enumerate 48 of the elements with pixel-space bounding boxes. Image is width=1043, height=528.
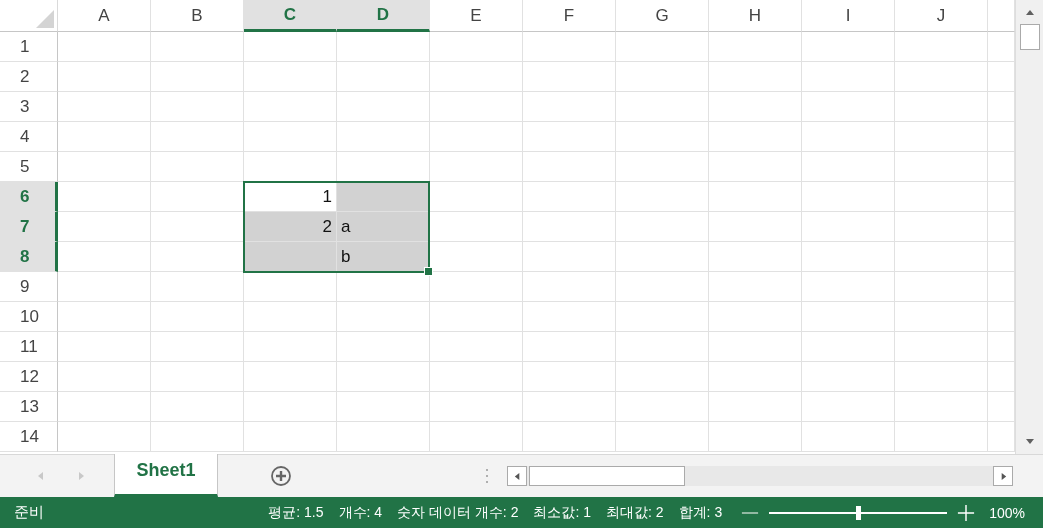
zoom-in-icon[interactable] <box>957 503 976 522</box>
column-header[interactable]: J <box>895 0 988 32</box>
status-stat: 합계: 3 <box>678 503 723 522</box>
status-stat: 개수: 4 <box>338 503 383 522</box>
row-header[interactable]: 1 <box>0 32 58 62</box>
column-header[interactable]: E <box>430 0 523 32</box>
previous-sheet-icon[interactable] <box>36 471 46 482</box>
column-header[interactable]: C <box>244 0 337 32</box>
vertical-scrollbar[interactable] <box>1015 0 1043 455</box>
status-text: 준비 <box>14 503 44 523</box>
row-header[interactable]: 13 <box>0 392 58 422</box>
row-header[interactable]: 3 <box>0 92 58 122</box>
cell: a <box>337 212 430 242</box>
horizontal-scrollbar[interactable] <box>507 466 1013 487</box>
column-header[interactable]: F <box>523 0 616 32</box>
row-header[interactable]: 14 <box>0 422 58 452</box>
row-header[interactable]: 4 <box>0 122 58 152</box>
status-stat: 숫자 데이터 개수: 2 <box>397 503 519 522</box>
triangle-icon <box>36 10 54 28</box>
cell: 2 <box>244 212 337 242</box>
row-header[interactable]: 10 <box>0 302 58 332</box>
column-header[interactable]: D <box>337 0 430 32</box>
cell: b <box>337 242 430 272</box>
scroll-thumb[interactable] <box>529 466 685 487</box>
scroll-up-icon[interactable] <box>1024 8 1035 18</box>
status-stat: 최대값: 2 <box>606 503 664 522</box>
row-header[interactable]: 8 <box>0 242 58 272</box>
scroll-left-icon[interactable] <box>512 471 522 481</box>
more-options-icon[interactable] <box>485 467 489 486</box>
fill-handle[interactable] <box>424 267 433 276</box>
row-header[interactable]: 6 <box>0 182 58 212</box>
column-header[interactable]: H <box>709 0 802 32</box>
row-header[interactable]: 12 <box>0 362 58 392</box>
row-header[interactable]: 9 <box>0 272 58 302</box>
select-all-corner[interactable] <box>0 0 58 32</box>
sheet-tab[interactable]: Sheet1 <box>114 454 218 498</box>
column-header[interactable]: G <box>616 0 709 32</box>
add-sheet-icon[interactable] <box>270 465 292 488</box>
next-sheet-icon[interactable] <box>76 471 86 482</box>
column-header[interactable]: A <box>58 0 151 32</box>
status-stat: 평균: 1.5 <box>268 503 324 522</box>
scroll-thumb[interactable] <box>1019 24 1040 50</box>
row-header[interactable]: 2 <box>0 62 58 92</box>
column-header[interactable]: I <box>802 0 895 32</box>
row-header[interactable]: 7 <box>0 212 58 242</box>
status-stat: 최소값: 1 <box>533 503 592 522</box>
row-header[interactable]: 11 <box>0 332 58 362</box>
zoom-level[interactable]: 100% <box>989 504 1025 521</box>
